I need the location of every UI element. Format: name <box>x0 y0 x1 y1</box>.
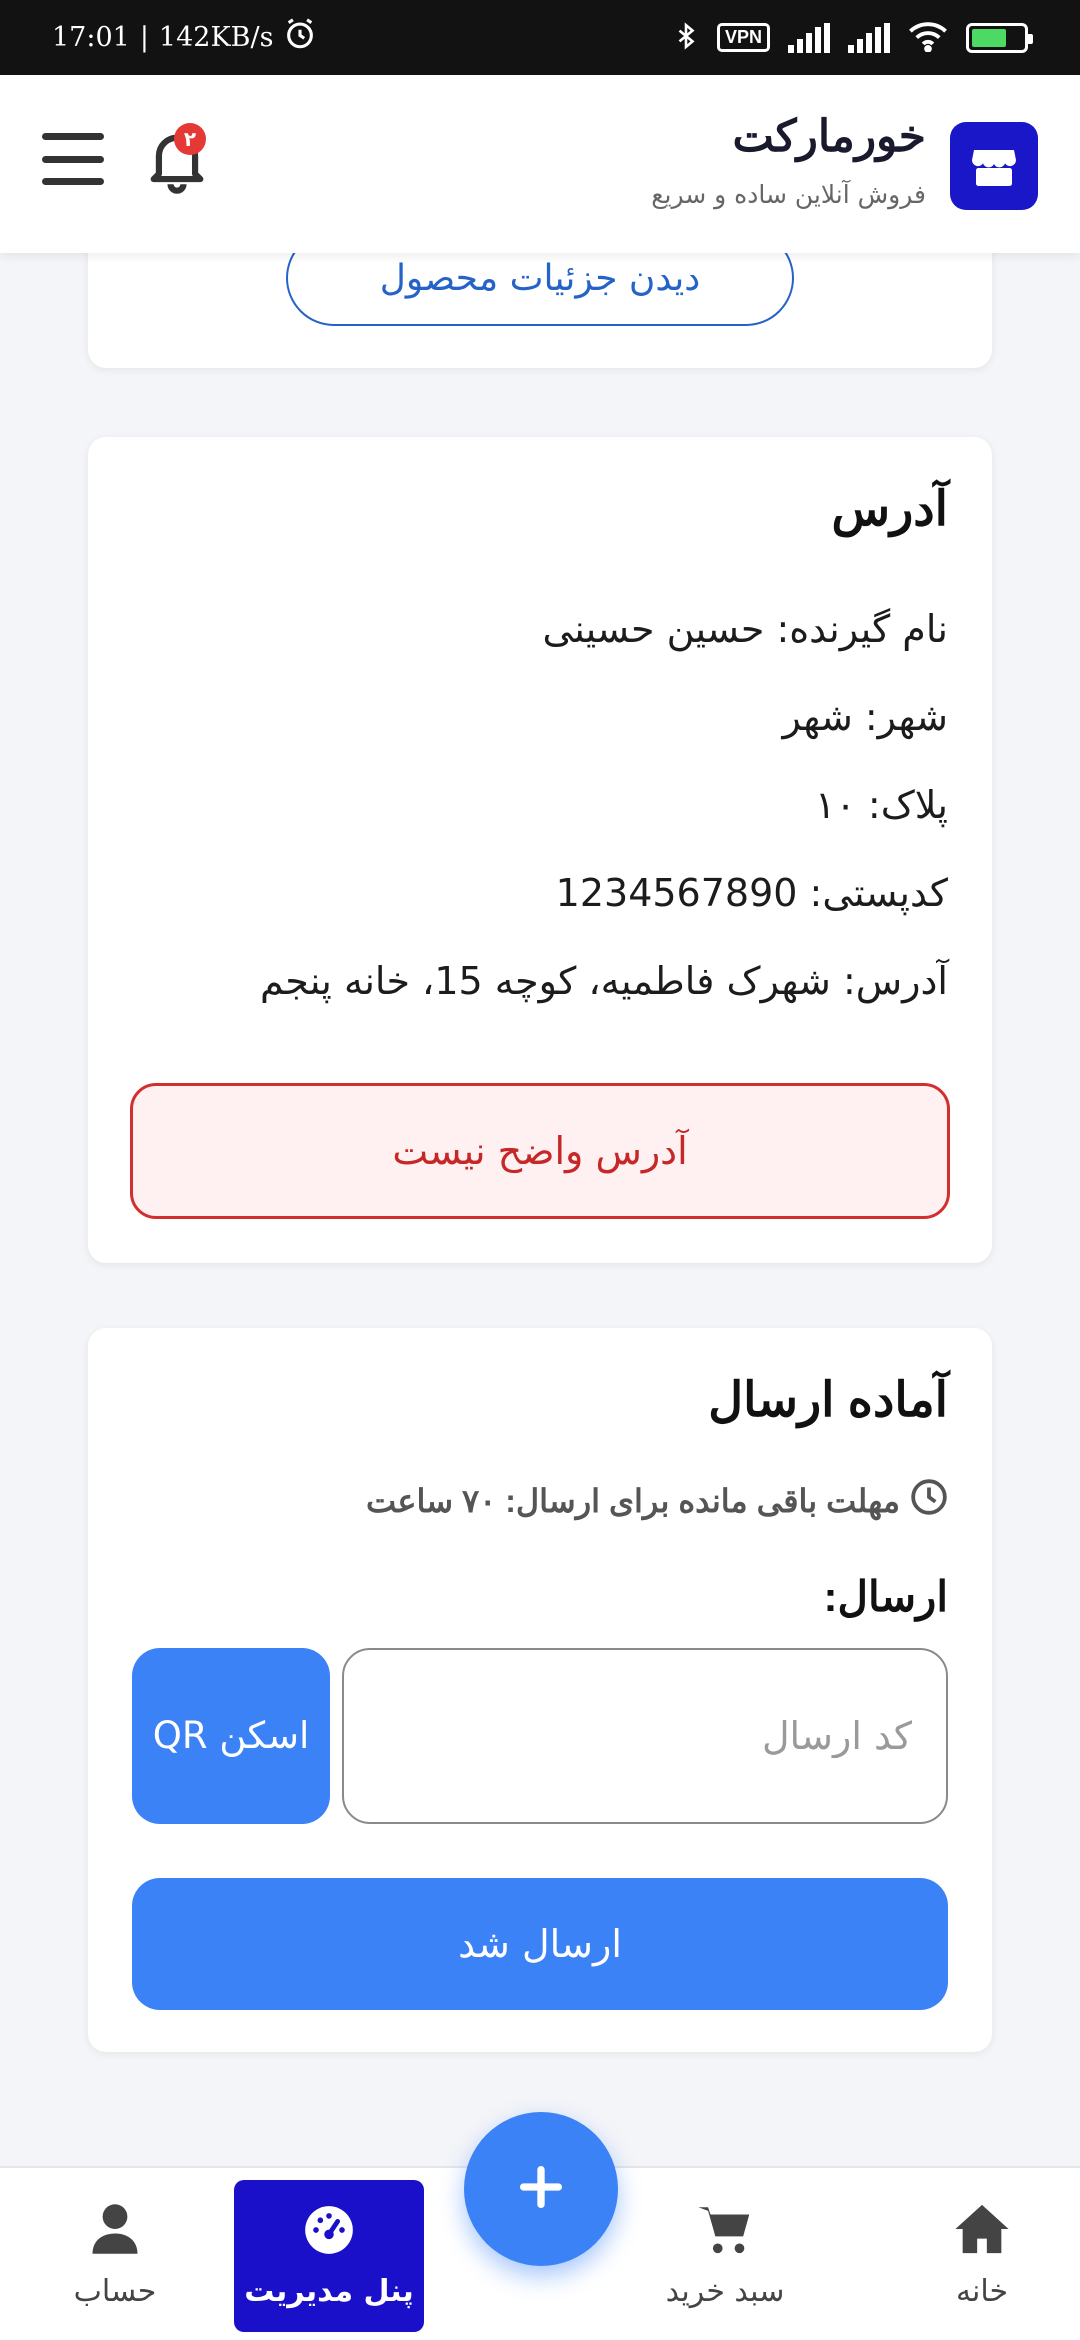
brand-tagline: فروش آنلاین ساده و سریع <box>651 180 926 209</box>
nav-cart[interactable]: سبد خرید <box>610 2168 840 2340</box>
nav-home-label: خانه <box>955 2273 1009 2309</box>
alarm-icon <box>283 17 317 58</box>
status-speed: 142KB/s <box>158 22 274 53</box>
deadline-text: مهلت باقی مانده برای ارسال: ۷۰ ساعت <box>366 1483 900 1519</box>
plate-number: پلاک: ۱۰ <box>815 783 948 827</box>
signal-icon <box>788 22 830 53</box>
bell-icon <box>146 134 208 199</box>
recipient-name: نام گیرنده: حسین حسینی <box>542 607 948 651</box>
dashboard-icon <box>303 2204 355 2264</box>
mark-sent-button[interactable]: ارسال شد <box>132 1878 948 2010</box>
status-right: VPN <box>673 0 1033 75</box>
scan-qr-button[interactable]: اسکن QR <box>132 1648 330 1824</box>
send-code-input[interactable] <box>342 1648 948 1824</box>
vpn-badge: VPN <box>716 23 770 52</box>
battery-icon <box>966 22 1033 53</box>
notification-button[interactable]: ۲ <box>142 123 208 199</box>
ready-title: آماده ارسال <box>708 1374 948 1427</box>
add-button[interactable] <box>464 2112 618 2266</box>
address-card: آدرس نام گیرنده: حسین حسینی شهر: شهر پلا… <box>88 437 992 1263</box>
menu-icon[interactable] <box>42 133 104 185</box>
notification-badge: ۲ <box>174 123 206 155</box>
deadline-row: مهلت باقی مانده برای ارسال: ۷۰ ساعت <box>366 1478 948 1524</box>
ready-to-send-card: آماده ارسال مهلت باقی مانده برای ارسال: … <box>88 1328 992 2052</box>
status-time: 17:01 <box>52 22 130 53</box>
nav-admin-panel[interactable]: پنل مدیریت <box>234 2180 424 2332</box>
nav-home[interactable]: خانه <box>912 2168 1052 2340</box>
postal-code: کدپستی: 1234567890 <box>555 871 948 915</box>
full-address: آدرس: شهرک فاطمیه، کوچه 15، خانه پنجم <box>260 959 948 1003</box>
wifi-icon <box>908 20 948 56</box>
status-divider: | <box>139 22 149 53</box>
cart-icon <box>696 2202 754 2264</box>
address-unclear-button[interactable]: آدرس واضح نیست <box>130 1083 950 1219</box>
store-logo-icon[interactable] <box>950 122 1038 210</box>
brand-name: خورمارکت <box>732 112 926 161</box>
nav-account[interactable]: حساب <box>40 2168 190 2340</box>
address-title: آدرس <box>831 483 948 536</box>
signal-icon-2 <box>848 22 890 53</box>
nav-cart-label: سبد خرید <box>665 2273 785 2309</box>
status-left: 17:01 | 142KB/s <box>52 0 317 75</box>
nav-admin-label: پنل مدیریت <box>244 2273 414 2309</box>
clock-icon <box>910 1478 948 1524</box>
app-header: خورمارکت فروش آنلاین ساده و سریع ۲ <box>0 75 1080 253</box>
city: شهر: شهر <box>782 695 948 739</box>
plus-icon <box>515 2161 567 2217</box>
home-icon <box>953 2202 1011 2264</box>
status-bar: 17:01 | 142KB/s VPN <box>0 0 1080 75</box>
send-label: ارسال: <box>823 1573 948 1620</box>
bluetooth-icon <box>673 19 699 57</box>
nav-account-label: حساب <box>73 2273 157 2309</box>
user-icon <box>90 2202 140 2264</box>
